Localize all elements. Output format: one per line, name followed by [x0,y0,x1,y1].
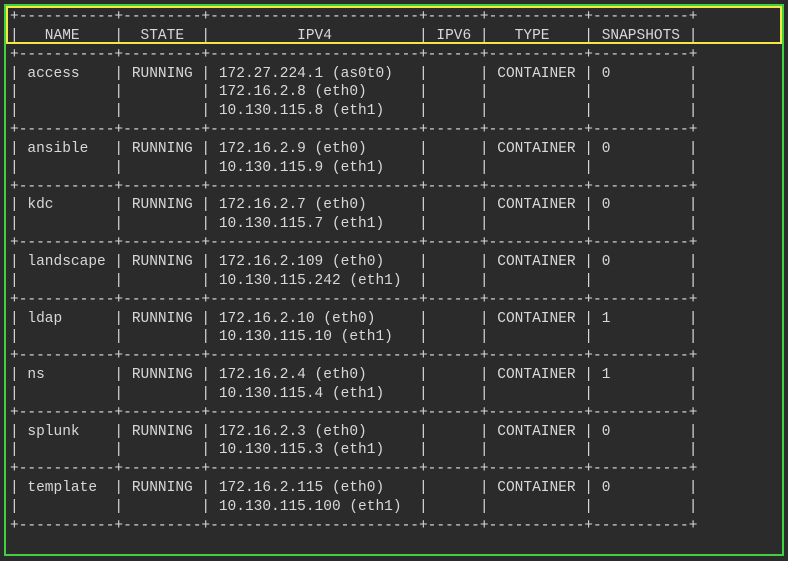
container-list-table: +-----------+---------+-----------------… [10,8,697,536]
yellow-header-highlight [6,6,782,44]
terminal-frame: +-----------+---------+-----------------… [0,0,788,561]
